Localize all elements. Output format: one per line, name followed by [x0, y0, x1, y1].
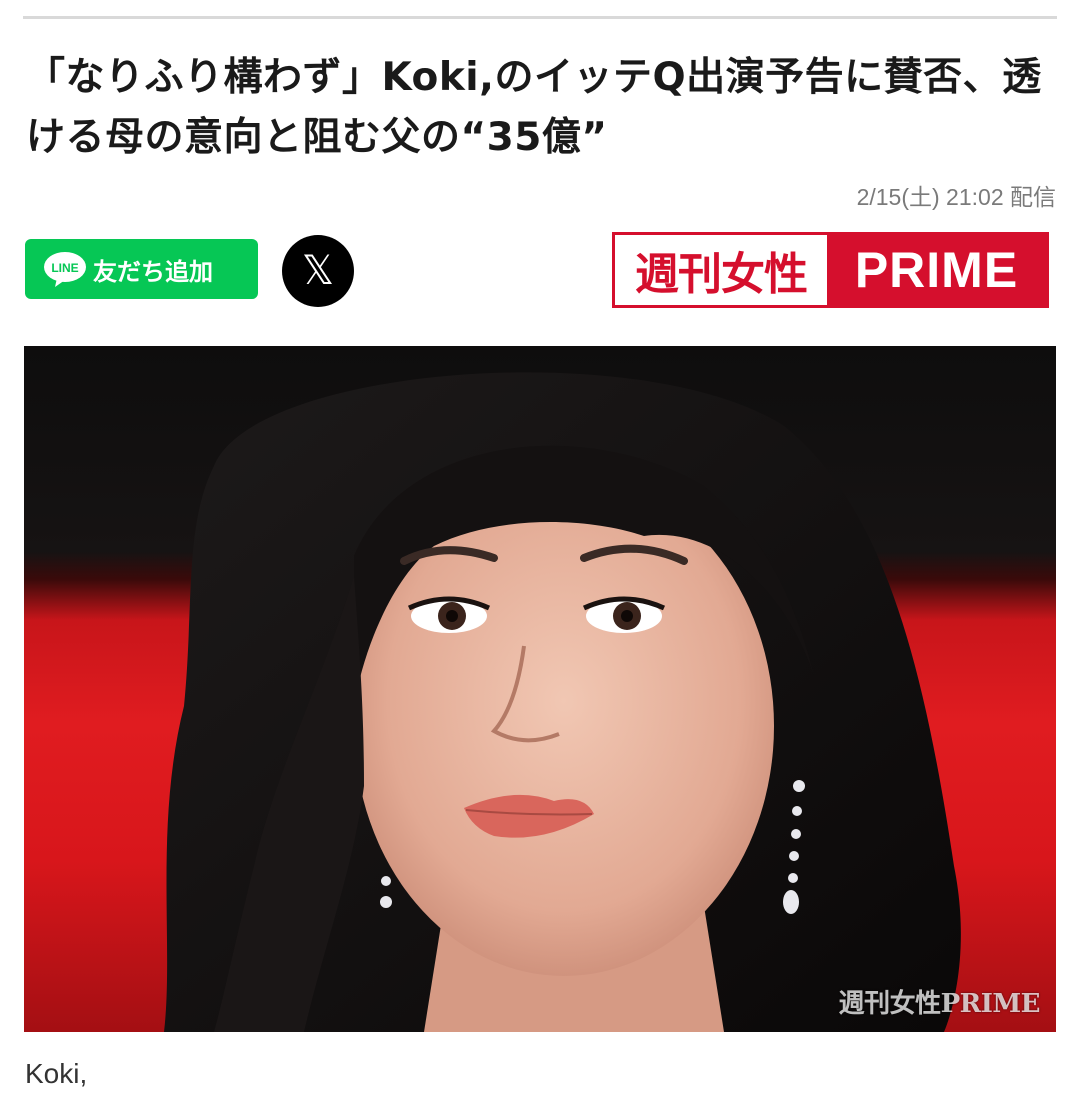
- portrait-illustration: [164, 372, 961, 1032]
- brand-logo[interactable]: 週刊女性 PRIME: [612, 232, 1049, 308]
- line-add-friend-button[interactable]: LINE 友だち追加: [25, 239, 258, 299]
- x-icon: 𝕏: [301, 248, 335, 294]
- article-headline: 「なりふり構わず」Koki,のイッテQ出演予告に賛否、透ける母の意向と阻む父の“…: [26, 55, 1042, 160]
- line-logo-text: LINE: [51, 261, 78, 275]
- publish-date: 2/15(土) 21:02 配信: [856, 184, 1056, 210]
- article-photo[interactable]: 週刊女性PRIME: [24, 346, 1056, 1032]
- brand-logo-en: PRIME: [854, 242, 1019, 298]
- line-add-friend-label: 友だち追加: [93, 257, 213, 286]
- top-divider: [23, 16, 1057, 19]
- x-share-button[interactable]: 𝕏: [282, 235, 354, 307]
- photo-caption: Koki,: [25, 1058, 88, 1089]
- brand-logo-jp: 週刊女性: [615, 235, 827, 305]
- photo-watermark: 週刊女性PRIME: [838, 989, 1041, 1019]
- line-icon: LINE: [43, 250, 87, 288]
